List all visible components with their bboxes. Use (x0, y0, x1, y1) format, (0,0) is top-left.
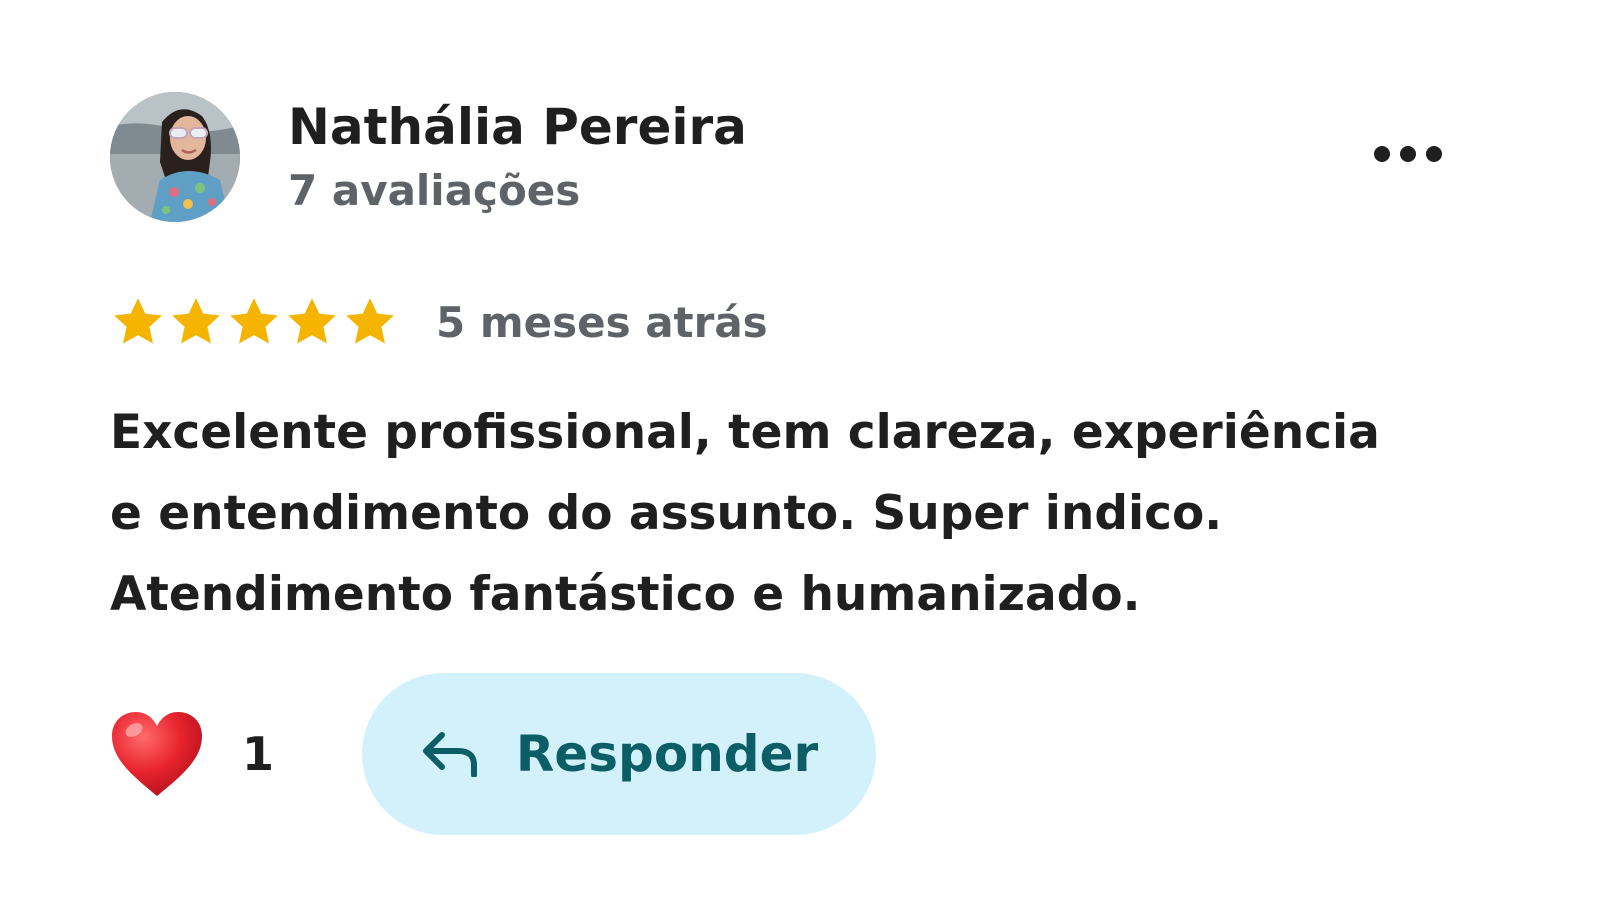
more-options-button[interactable] (1368, 136, 1448, 176)
review-text-line: Atendimento fantástico e humanizado. (110, 567, 1141, 622)
review-text-line: Excelente profissional, tem clareza, exp… (110, 405, 1380, 460)
star-icon (110, 294, 166, 350)
more-horiz-icon (1372, 144, 1444, 168)
reply-label: Responder (515, 725, 819, 783)
review-actions: 1 Responder (110, 672, 877, 836)
reply-button[interactable]: Responder (362, 673, 877, 835)
rating-row: 5 meses atrás (110, 290, 768, 354)
author-name[interactable]: Nathália Pereira (288, 94, 747, 160)
review-text-line: e entendimento do assunto. Super indico. (110, 486, 1223, 541)
star-icon (284, 294, 340, 350)
review-text: Excelente profissional, tem clareza, exp… (110, 392, 1510, 635)
avatar[interactable] (110, 92, 240, 222)
reaction-count: 1 (242, 727, 275, 781)
star-icon (168, 294, 224, 350)
star-icon (342, 294, 398, 350)
star-rating (110, 294, 398, 350)
reply-arrow-icon (420, 731, 478, 777)
review-card: Nathália Pereira 7 avaliações 5 meses at… (0, 0, 1600, 900)
reaction-button[interactable]: 1 (110, 710, 274, 798)
star-icon (226, 294, 282, 350)
review-time-ago: 5 meses atrás (436, 297, 768, 347)
heart-icon (110, 710, 204, 798)
review-header: Nathália Pereira 7 avaliações (110, 92, 1490, 224)
author-info: Nathália Pereira 7 avaliações (288, 94, 747, 222)
author-reviews-count: 7 avaliações (288, 166, 581, 215)
